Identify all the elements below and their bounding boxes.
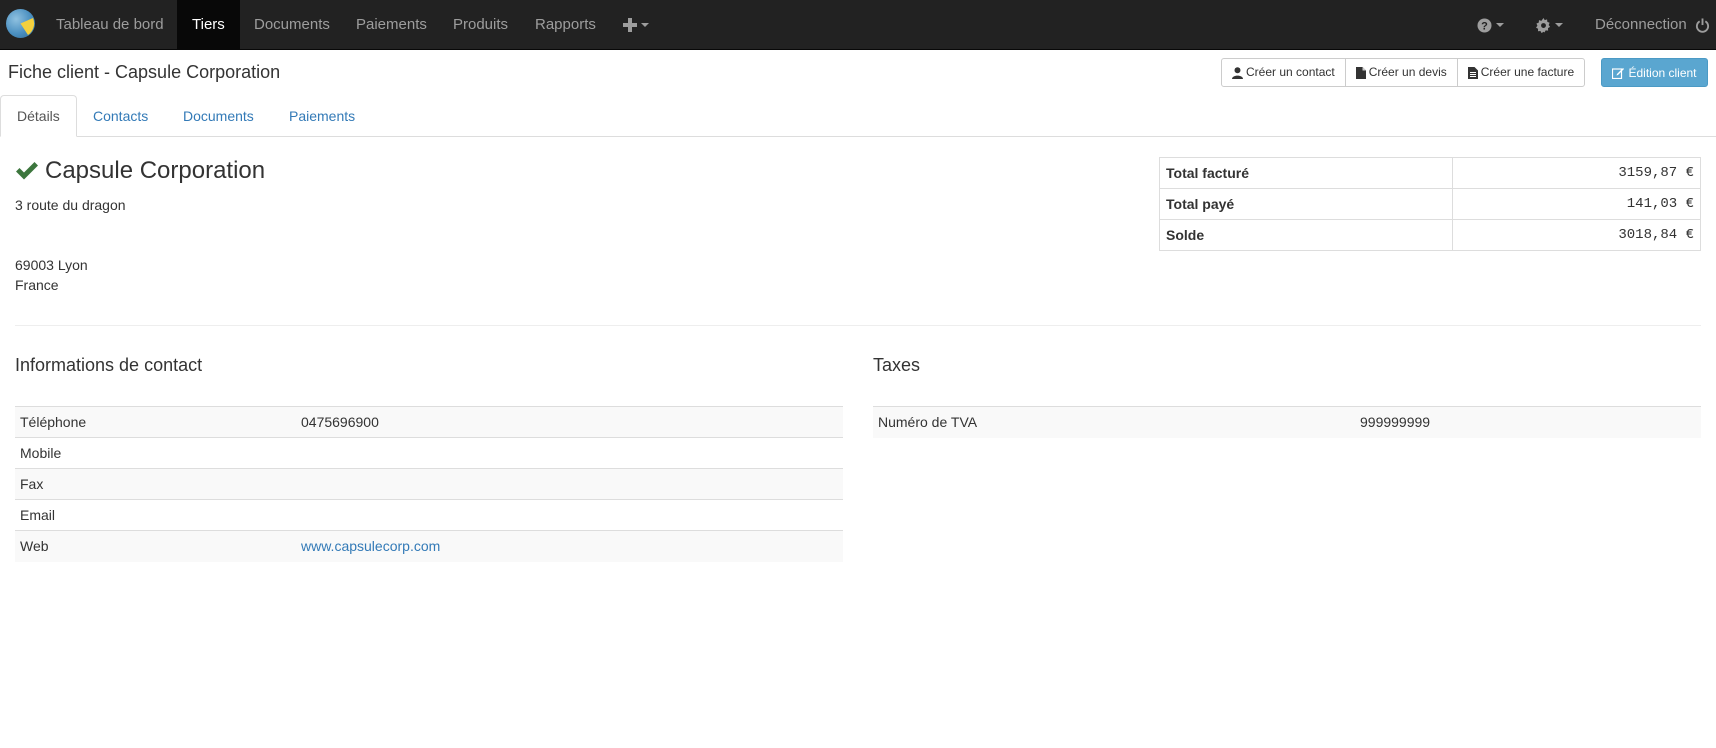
chevron-down-icon bbox=[1555, 23, 1563, 28]
totals-value: 3018,84 € bbox=[1452, 219, 1701, 251]
header-button-group: Créer un contact Créer un devis Créer un… bbox=[1221, 58, 1586, 87]
edit-icon bbox=[1612, 67, 1625, 79]
chevron-down-icon bbox=[641, 23, 649, 28]
contact-label-phone: Téléphone bbox=[15, 406, 296, 438]
table-row: Fax bbox=[15, 468, 843, 500]
tax-value-vat: 999999999 bbox=[1355, 406, 1701, 438]
nav-payments-label: Paiements bbox=[356, 16, 427, 33]
plus-icon bbox=[623, 18, 637, 33]
nav-products-label: Produits bbox=[453, 16, 509, 33]
totals-value: 141,03 € bbox=[1452, 188, 1701, 220]
totals-label: Solde bbox=[1159, 219, 1453, 251]
edit-client-label: Édition client bbox=[1628, 65, 1697, 80]
tab-payments-label: Paiements bbox=[289, 108, 356, 124]
check-icon bbox=[16, 162, 38, 180]
client-city-line: 69003 Lyon bbox=[15, 257, 88, 273]
client-address-line1: 3 route du dragon bbox=[15, 197, 126, 213]
tab-contacts-label: Contacts bbox=[93, 108, 149, 124]
tab-contacts[interactable]: Contacts bbox=[77, 95, 164, 137]
contact-label-mobile: Mobile bbox=[15, 437, 296, 469]
section-divider bbox=[15, 325, 1701, 326]
contact-value-fax bbox=[296, 468, 843, 500]
contact-value-email bbox=[296, 499, 843, 531]
contact-value-web: www.capsulecorp.com bbox=[296, 530, 843, 562]
page-title: Fiche client - Capsule Corporation bbox=[8, 62, 281, 82]
nav-documents[interactable]: Documents bbox=[239, 0, 345, 50]
file-text-icon bbox=[1467, 66, 1478, 79]
taxes-table: Numéro de TVA 999999999 bbox=[873, 406, 1701, 438]
nav-dashboard[interactable]: Tableau de bord bbox=[41, 0, 179, 50]
table-row: Web www.capsulecorp.com bbox=[15, 530, 843, 562]
tab-details[interactable]: Détails bbox=[0, 95, 77, 137]
table-row: Numéro de TVA 999999999 bbox=[873, 406, 1701, 438]
client-country: France bbox=[15, 277, 59, 293]
gear-icon bbox=[1536, 17, 1551, 33]
nav-payments[interactable]: Paiements bbox=[341, 0, 442, 50]
logout-link[interactable]: Déconnection bbox=[1580, 0, 1716, 50]
client-name: Capsule Corporation bbox=[45, 157, 266, 184]
help-icon: ? bbox=[1477, 18, 1492, 33]
contact-label-fax: Fax bbox=[15, 468, 296, 500]
tab-details-label: Détails bbox=[17, 108, 60, 124]
client-heading: Capsule Corporation bbox=[15, 157, 265, 185]
nav-help-dropdown[interactable]: ? bbox=[1462, 0, 1519, 50]
totals-row: Solde 3018,84 € bbox=[1159, 219, 1701, 251]
totals-label: Total payé bbox=[1159, 188, 1453, 220]
create-contact-label: Créer un contact bbox=[1246, 65, 1335, 79]
create-quote-label: Créer un devis bbox=[1368, 65, 1447, 79]
website-link[interactable]: www.capsulecorp.com bbox=[301, 538, 440, 554]
totals-row: Total facturé 3159,87 € bbox=[1159, 157, 1701, 189]
logout-label: Déconnection bbox=[1595, 16, 1687, 33]
svg-text:?: ? bbox=[1481, 20, 1488, 32]
contact-info-table: Téléphone 0475696900 Mobile Fax Email We… bbox=[15, 406, 843, 562]
edit-client-button[interactable]: Édition client bbox=[1601, 58, 1708, 87]
create-contact-button[interactable]: Créer un contact bbox=[1221, 58, 1346, 87]
taxes-title: Taxes bbox=[873, 355, 921, 375]
contact-label-web: Web bbox=[15, 530, 296, 562]
create-quote-button[interactable]: Créer un devis bbox=[1344, 58, 1458, 87]
totals-label: Total facturé bbox=[1159, 157, 1453, 189]
power-icon bbox=[1695, 18, 1709, 33]
nav-tiers-label: Tiers bbox=[192, 16, 225, 33]
user-icon bbox=[1232, 66, 1243, 79]
create-invoice-label: Créer une facture bbox=[1480, 65, 1575, 79]
contact-value-mobile bbox=[296, 437, 843, 469]
nav-settings-dropdown[interactable] bbox=[1521, 0, 1578, 50]
tab-payments[interactable]: Paiements bbox=[273, 95, 371, 137]
contact-value-phone: 0475696900 bbox=[296, 406, 843, 438]
create-invoice-button[interactable]: Créer une facture bbox=[1456, 58, 1586, 87]
contact-info-title: Informations de contact bbox=[15, 355, 203, 375]
table-row: Téléphone 0475696900 bbox=[15, 406, 843, 438]
tab-documents-label: Documents bbox=[183, 108, 254, 124]
file-icon bbox=[1355, 66, 1366, 79]
tax-label-vat: Numéro de TVA bbox=[873, 406, 1355, 438]
totals-table: Total facturé 3159,87 € Total payé 141,0… bbox=[1159, 157, 1701, 251]
nav-documents-label: Documents bbox=[254, 16, 330, 33]
nav-add-dropdown[interactable] bbox=[608, 0, 664, 50]
chevron-down-icon bbox=[1496, 23, 1504, 28]
nav-tiers[interactable]: Tiers bbox=[177, 0, 240, 50]
app-logo[interactable] bbox=[6, 9, 35, 38]
totals-row: Total payé 141,03 € bbox=[1159, 188, 1701, 220]
contact-label-email: Email bbox=[15, 499, 296, 531]
nav-dashboard-label: Tableau de bord bbox=[56, 16, 164, 33]
tab-documents[interactable]: Documents bbox=[167, 95, 270, 137]
table-row: Email bbox=[15, 499, 843, 531]
totals-value: 3159,87 € bbox=[1452, 157, 1701, 189]
nav-reports[interactable]: Rapports bbox=[520, 0, 611, 50]
table-row: Mobile bbox=[15, 437, 843, 469]
nav-reports-label: Rapports bbox=[535, 16, 596, 33]
top-navbar: Tableau de bord Tiers Documents Paiement… bbox=[0, 0, 1716, 50]
nav-products[interactable]: Produits bbox=[438, 0, 523, 50]
